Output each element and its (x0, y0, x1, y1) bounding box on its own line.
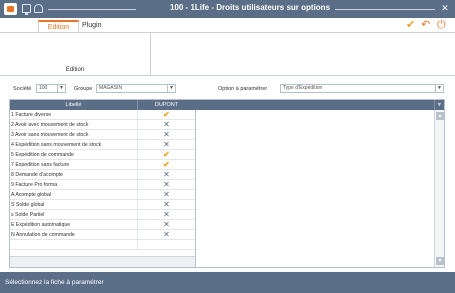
row-label: 5 Expédition de commande (10, 150, 138, 160)
tab-edition[interactable]: Edition (38, 20, 79, 32)
power-icon[interactable]: ⏻ (437, 19, 446, 31)
filter-bar: Société 100 ▼ Groupe MAGASIN ▼ Option à … (0, 76, 455, 98)
grid-rows: 1 Facture diverse ✔ 2 Avoir avec mouvement… (10, 110, 195, 250)
societe-select[interactable]: 100 ▼ (36, 84, 66, 93)
chevron-down-icon[interactable]: ▼ (435, 85, 443, 92)
checkmark-icon[interactable]: ✔ (138, 160, 195, 170)
vertical-scrollbar[interactable]: ▲ ▼ (434, 110, 444, 267)
title-divider-left (48, 9, 136, 10)
table-row[interactable]: 5 Expédition de commande ✔ (10, 150, 195, 160)
table-row[interactable]: 4 Expédition sans mouvement de stock ✕ (10, 140, 195, 150)
checkmark-icon[interactable]: ✔ (138, 110, 195, 120)
grid-footer (10, 256, 195, 267)
table-row[interactable]: 2 Avoir avec mouvement de stock ✕ (10, 120, 195, 130)
row-label: 8 Demande d'acompte (10, 170, 138, 180)
title-divider-right (335, 9, 435, 10)
ribbon: Edition Plugin Edition ✔ ↶ ⏻ (0, 18, 455, 76)
cross-icon[interactable]: ✕ (138, 170, 195, 180)
table-row[interactable]: 8 Demande d'acompte ✕ (10, 170, 195, 180)
column-header-empty (195, 100, 435, 110)
user-icon[interactable] (34, 4, 43, 13)
empty-cell (10, 240, 138, 250)
table-row[interactable]: 7 Expédition sans facture ✔ (10, 160, 195, 170)
row-label: 9 Facture Pro forma (10, 180, 138, 190)
checkmark-icon[interactable]: ✔ (406, 19, 415, 31)
cross-icon[interactable]: ✕ (138, 180, 195, 190)
table-row[interactable]: s Solde Partiel ✕ (10, 210, 195, 220)
chevron-down-icon[interactable]: ▼ (57, 85, 65, 92)
tab-plugin[interactable]: Plugin (82, 20, 112, 32)
table-row[interactable]: S Solde global ✕ (10, 200, 195, 210)
groupe-label: Groupe (74, 86, 93, 92)
table-row[interactable]: 9 Facture Pro forma ✕ (10, 180, 195, 190)
table-row[interactable]: A Acompte global ✕ (10, 190, 195, 200)
cross-icon[interactable]: ✕ (138, 190, 195, 200)
column-header-libelle[interactable]: Libellé (10, 100, 138, 110)
cross-icon[interactable]: ✕ (138, 230, 195, 240)
status-bar: Sélectionnez la fiche à paramétrer (0, 272, 455, 293)
scroll-up-icon[interactable]: ▲ (436, 112, 444, 120)
row-label: 4 Expédition sans mouvement de stock (10, 140, 138, 150)
cross-icon[interactable]: ✕ (138, 130, 195, 140)
grid-empty-area (195, 110, 435, 267)
checkmark-icon[interactable]: ✔ (138, 150, 195, 160)
row-label: N Annulation de commande (10, 230, 138, 240)
option-value: Type d'Expédition (283, 85, 323, 91)
societe-value: 100 (39, 85, 48, 91)
column-chooser-icon[interactable]: ⩔ (434, 100, 444, 110)
groupe-select[interactable]: MAGASIN ▼ (96, 84, 176, 93)
column-header-dupont[interactable]: DUPONT (138, 100, 195, 110)
table-row[interactable]: 3 Avoir sans mouvement de stock ✕ (10, 130, 195, 140)
row-label: S Solde global (10, 200, 138, 210)
row-label: s Solde Partiel (10, 210, 138, 220)
empty-row (10, 240, 195, 250)
app-logo-icon (4, 3, 17, 15)
row-label: 7 Expédition sans facture (10, 160, 138, 170)
option-label: Option à paramétrer (218, 86, 268, 92)
table-row[interactable]: 1 Facture diverse ✔ (10, 110, 195, 120)
title-bar: 100 - 1Life - Droits utilisateurs sur op… (0, 0, 455, 18)
row-label: 2 Avoir avec mouvement de stock (10, 120, 138, 130)
societe-label: Société (13, 86, 32, 92)
rights-grid: Libellé DUPONT ⩔ 1 Facture diverse ✔ 2 Avo… (9, 99, 445, 268)
window-title: 100 - 1Life - Droits utilisateurs sur op… (169, 3, 331, 12)
row-label: E Expédition automatique (10, 220, 138, 230)
row-label: 3 Avoir sans mouvement de stock (10, 130, 138, 140)
table-row[interactable]: N Annulation de commande ✕ (10, 230, 195, 240)
row-label: A Acompte global (10, 190, 138, 200)
cross-icon[interactable]: ✕ (138, 220, 195, 230)
cross-icon[interactable]: ✕ (138, 200, 195, 210)
option-select[interactable]: Type d'Expédition ▼ (280, 84, 444, 93)
monitor-icon[interactable] (22, 4, 31, 15)
close-window-button[interactable]: ✕ (440, 3, 450, 14)
cross-icon[interactable]: ✕ (138, 210, 195, 220)
tab-underline (0, 32, 455, 33)
undo-arrow-icon[interactable]: ↶ (421, 19, 430, 31)
cross-icon[interactable]: ✕ (138, 120, 195, 130)
row-label: 1 Facture diverse (10, 110, 138, 120)
cross-icon[interactable]: ✕ (138, 140, 195, 150)
ribbon-group-separator (150, 33, 151, 76)
groupe-value: MAGASIN (99, 85, 123, 91)
ribbon-group-label: Edition (65, 67, 85, 73)
table-row[interactable]: E Expédition automatique ✕ (10, 220, 195, 230)
chevron-down-icon[interactable]: ▼ (167, 85, 175, 92)
scroll-down-icon[interactable]: ▼ (436, 257, 444, 265)
